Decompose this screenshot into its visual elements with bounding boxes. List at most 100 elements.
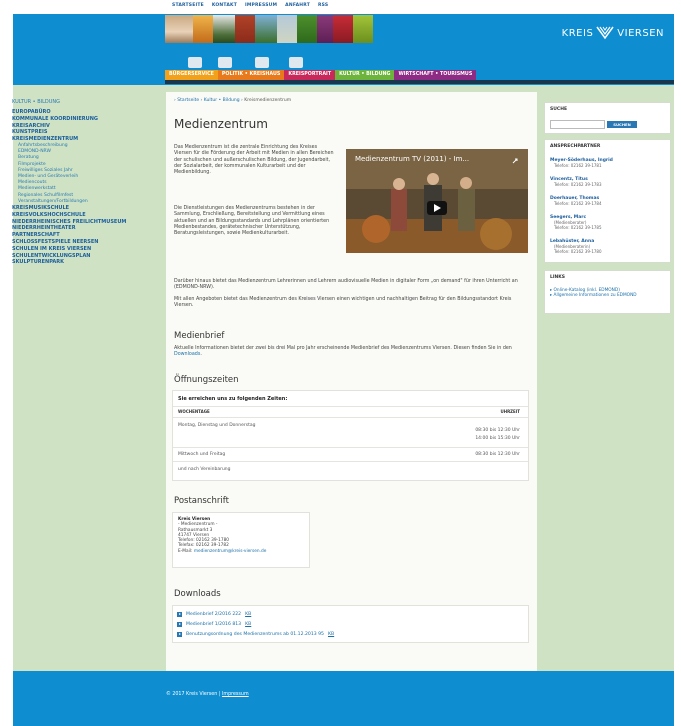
sidebar-item-kreismedienzentrum[interactable]: KREISMEDIENZENTRUM [12, 136, 157, 143]
download-link[interactable]: Medienbrief 2/2016 222 [186, 612, 241, 617]
address-heading: Postanschrift [174, 496, 229, 506]
hours-divider [173, 447, 528, 448]
sidebar-item-niederrheintheater[interactable]: NIEDERRHEINTHEATER [12, 225, 157, 232]
medienbrief-heading: Medienbrief [174, 331, 225, 341]
logo-emblem-icon [596, 26, 614, 40]
search-input[interactable] [550, 120, 605, 129]
header-photo-7 [297, 15, 317, 43]
link-bullet-icon: ▸ [550, 293, 553, 299]
topnav-impressum[interactable]: IMPRESSUM [245, 3, 277, 8]
header-photo-6 [277, 15, 297, 43]
contact-detail: Telefon: 02162 39-1781 [554, 163, 602, 168]
breadcrumb-startseite[interactable]: Startseite [177, 98, 199, 103]
footer-impressum-link[interactable]: Impressum [222, 692, 249, 697]
postal-address: Kreis Viersen - Medienzentrum - Rathausm… [172, 512, 310, 568]
mainnav-buergerservice[interactable]: BÜRGERSERVICE [165, 70, 218, 80]
sidebar-item-kreismusikschule[interactable]: KREISMUSIKSCHULE [12, 205, 157, 212]
mainnav-kultur-bildung[interactable]: KULTUR • BILDUNG [335, 70, 395, 80]
top-navigation: STARTSEITE KONTAKT IMPRESSUM ANFAHRT RSS [172, 3, 328, 8]
contact-person: Lebahüster, Anna (Medienberaterin) Telef… [550, 239, 602, 254]
breadcrumb-current: Kreismedienzentrum [244, 98, 292, 103]
sidebar-item-partnerschaft[interactable]: PARTNERSCHAFT [12, 232, 157, 239]
download-arrow-icon [177, 631, 182, 637]
hours-divider [173, 406, 528, 407]
medienbrief-paragraph: Aktuelle Informationen bietet der zwei b… [174, 346, 514, 359]
header-icon-4 [289, 57, 303, 68]
mainnav-politik-kreishaus[interactable]: POLITIK • KREISHAUS [217, 70, 285, 80]
email-label: E-Mail: [178, 548, 193, 554]
header-photo-10 [353, 15, 373, 43]
topnav-startseite[interactable]: STARTSEITE [172, 3, 204, 8]
video-title: Medienzentrum TV (2011) - Im... [355, 155, 470, 163]
download-link[interactable]: Benutzungsordnung des Medienzentrums ab … [186, 632, 324, 637]
links-box: LINKS ▸ Online-Katalog (inkl. EDMOND) ▸ … [544, 270, 671, 314]
kreis-viersen-logo[interactable]: KREIS VIERSEN [562, 26, 664, 40]
contact-person: Vincentz, Titus Telefon: 02162 39-1783 [550, 177, 602, 187]
hours-row-time: 08:30 bis 12:30 Uhr [475, 452, 520, 457]
mainnav-kreisportrait[interactable]: KREISPORTRAIT [284, 70, 336, 80]
hours-heading: Öffnungszeiten [174, 375, 239, 385]
download-item[interactable]: Medienbrief 2/2016 222 KB [177, 609, 524, 619]
contact-person: Seegers, Marc (Medienberater) Telefon: 0… [550, 215, 602, 230]
header-photo-8 [317, 15, 333, 43]
hours-row-day: Montag, Dienstag und Donnerstag [178, 423, 256, 428]
medienbrief-text: Aktuelle Informationen bietet der zwei b… [174, 346, 512, 351]
header-photo-1 [165, 15, 193, 43]
contact-detail: Telefon: 02162 39-1784 [554, 201, 602, 206]
search-title: SUCHE [550, 107, 568, 112]
link-item[interactable]: ▸ Allgemeine Informationen zu EDMOND [550, 293, 665, 298]
download-size-unit[interactable]: KB [245, 612, 251, 617]
mainnav-wirtschaft-tourismus[interactable]: WIRTSCHAFT • TOURISMUS [394, 70, 477, 80]
topnav-rss[interactable]: RSS [318, 3, 328, 8]
topnav-kontakt[interactable]: KONTAKT [212, 3, 237, 8]
downloads-list: Medienbrief 2/2016 222 KB Medienbrief 1/… [172, 605, 529, 643]
sidebar-item-schlossfestspiele[interactable]: SCHLOSSFESTSPIELE NEERSEN [12, 239, 157, 246]
download-size-unit[interactable]: KB [328, 632, 334, 637]
site-footer: © 2017 Kreis Viersen | Impressum [13, 671, 674, 726]
sidebar-item-schulen[interactable]: SCHULEN IM KREIS VIERSEN [12, 246, 157, 253]
header-icon-3 [255, 57, 269, 68]
contact-person: Doerhauer, Thomas Telefon: 02162 39-1784 [550, 196, 602, 206]
download-link[interactable]: Medienbrief 1/2016 813 [186, 622, 241, 627]
links-title: LINKS [550, 275, 566, 280]
link-edmond-info[interactable]: Allgemeine Informationen zu EDMOND [554, 293, 637, 298]
video-play-button[interactable] [427, 201, 447, 215]
sidebar-item-europabuero[interactable]: EUROPABÜRO [12, 109, 157, 116]
header-icon-2 [218, 57, 232, 68]
video-player[interactable]: Medienzentrum TV (2011) - Im... [346, 149, 528, 253]
main-content: › Startseite › Kultur • Bildung › Kreism… [166, 92, 537, 671]
address-email-line: E-Mail: medienzentrum@kreis-viersen.de [178, 549, 304, 554]
download-arrow-icon [177, 611, 182, 617]
sidebar-item-kreisarchiv[interactable]: KREISARCHIV [12, 123, 157, 130]
contacts-box: ANSPRECHPARTNER Meyer-Söderhaus, Ingrid … [544, 139, 671, 263]
sidebar-item-kommunale-koordinierung[interactable]: KOMMUNALE KOORDINIERUNG [12, 116, 157, 123]
breadcrumb-kultur-bildung[interactable]: Kultur • Bildung [204, 98, 240, 103]
col-header-day: WOCHENTAGE [178, 409, 210, 414]
download-item[interactable]: Benutzungsordnung des Medienzentrums ab … [177, 629, 524, 639]
contact-detail: Telefon: 02162 39-1780 [554, 249, 602, 254]
sidebar-item-kreisvolkshochschule[interactable]: KREISVOLKSHOCHSCHULE [12, 212, 157, 219]
edmond-paragraph: Darüber hinaus bietet das Medienzentrum … [174, 279, 518, 291]
email-link[interactable]: medienzentrum@kreis-viersen.de [194, 549, 267, 554]
medienbrief-downloads-link[interactable]: Downloads [174, 352, 200, 357]
topnav-anfahrt[interactable]: ANFAHRT [285, 3, 310, 8]
share-icon[interactable] [512, 157, 520, 165]
download-item[interactable]: Medienbrief 1/2016 813 KB [177, 619, 524, 629]
sidebar-item-kunstpreis[interactable]: KUNSTPREIS [12, 129, 157, 136]
header-photo-5 [255, 15, 277, 43]
header-photo-4 [235, 15, 255, 43]
sidebar-item-schulentwicklungsplan[interactable]: SCHULENTWICKLUNGSPLAN [12, 253, 157, 260]
page-title: Medienzentrum [174, 117, 268, 131]
services-paragraph: Die Dienstleistungen des Medienzentrums … [174, 206, 330, 237]
download-size-unit[interactable]: KB [245, 622, 251, 627]
sidebar-item-skulpturenpark[interactable]: SKULPTURENPARK [12, 259, 157, 266]
sidebar-category[interactable]: KULTUR • BILDUNG [12, 99, 157, 105]
hours-row-time: 14:00 bis 15:30 Uhr [475, 436, 520, 441]
sidebar-item-freilichtmuseum[interactable]: NIEDERRHEINISCHES FREILICHTMUSEUM [12, 219, 157, 226]
download-arrow-icon [177, 621, 182, 627]
links-list: ▸ Online-Katalog (inkl. EDMOND) ▸ Allgem… [550, 288, 665, 299]
header-photo-2 [193, 15, 213, 43]
hours-divider [173, 417, 528, 418]
search-box: SUCHE SUCHEN [544, 102, 671, 134]
search-button[interactable]: SUCHEN [607, 121, 637, 128]
